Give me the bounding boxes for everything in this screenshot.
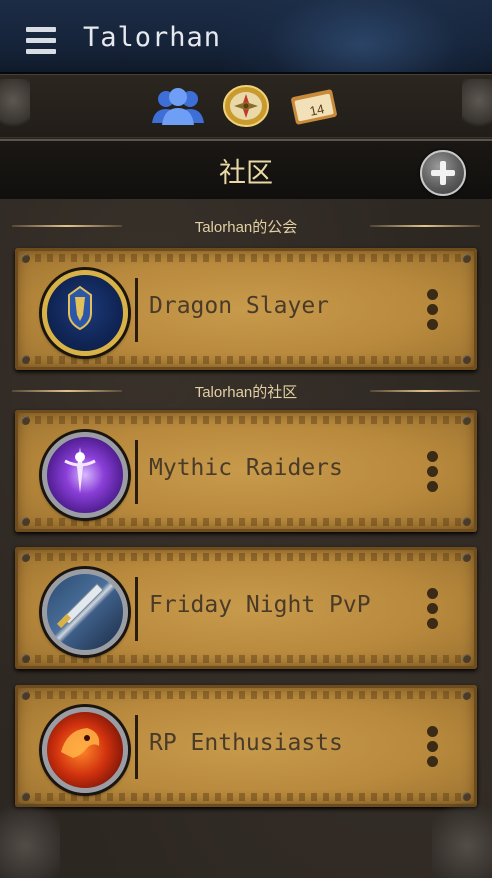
- faction-crest-watermark: [212, 0, 492, 72]
- more-options-icon[interactable]: [425, 451, 439, 493]
- app-title: Talorhan: [83, 22, 222, 53]
- more-options-icon[interactable]: [425, 289, 439, 331]
- nav-icon-bar: 14: [0, 74, 492, 138]
- beast-emblem-icon: [42, 707, 128, 793]
- section-header: 社区: [0, 139, 492, 201]
- list-item-guild[interactable]: Dragon Slayer: [15, 248, 477, 370]
- more-options-icon[interactable]: [425, 726, 439, 768]
- arcane-emblem-icon: [42, 432, 128, 518]
- community-name: Mythic Raiders: [149, 455, 343, 481]
- community-name: Dragon Slayer: [149, 293, 330, 319]
- community-name: RP Enthusiasts: [149, 730, 343, 756]
- ornament-bottom-right: [432, 798, 492, 878]
- community-group-divider: Talorhan的社区: [12, 380, 480, 402]
- add-community-button[interactable]: [420, 150, 466, 196]
- page-title: 社区: [219, 158, 273, 189]
- list-item-community[interactable]: Mythic Raiders: [15, 410, 477, 532]
- ornament-bottom-left: [0, 798, 60, 878]
- list-item-community[interactable]: RP Enthusiasts: [15, 685, 477, 807]
- app-header: Talorhan: [0, 0, 492, 74]
- alliance-emblem-icon: [42, 270, 128, 356]
- menu-icon[interactable]: [26, 27, 56, 55]
- sword-emblem-icon: [42, 569, 128, 655]
- people-icon[interactable]: [150, 87, 206, 127]
- ornament-right: [462, 79, 492, 133]
- community-list-panel: Talorhan的公会 Dragon Slayer Talorhan的社区 My…: [0, 199, 492, 878]
- list-item-community[interactable]: Friday Night PvP: [15, 547, 477, 669]
- guild-group-divider: Talorhan的公会: [12, 215, 480, 237]
- calendar-icon[interactable]: 14: [289, 89, 339, 125]
- community-name: Friday Night PvP: [149, 592, 371, 618]
- calendar-day: 14: [308, 101, 325, 119]
- compass-icon[interactable]: [222, 84, 270, 128]
- ornament-left: [0, 79, 30, 133]
- more-options-icon[interactable]: [425, 588, 439, 630]
